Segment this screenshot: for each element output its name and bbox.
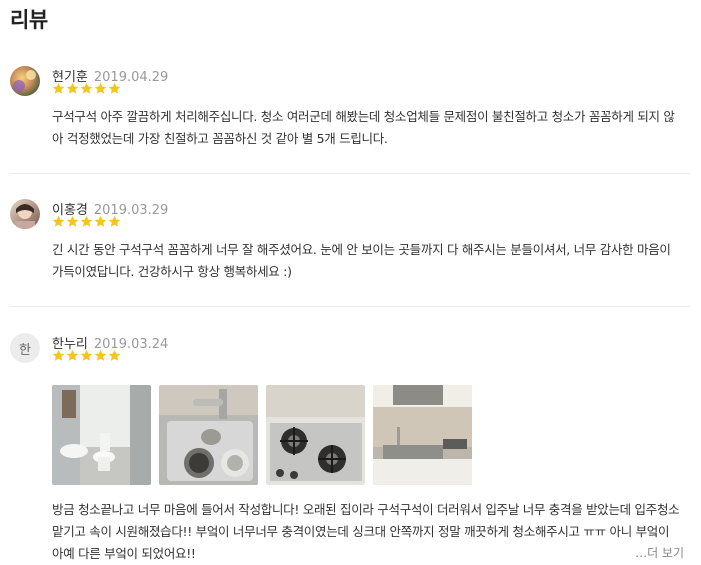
star-rating xyxy=(52,215,121,229)
star-icon xyxy=(108,82,121,94)
star-icon xyxy=(108,215,121,227)
avatar: 한 xyxy=(10,333,40,363)
divider xyxy=(10,306,690,307)
star-icon xyxy=(52,82,65,94)
star-icon xyxy=(66,82,79,94)
section-title: 리뷰 xyxy=(10,8,48,32)
star-icon xyxy=(108,349,121,361)
avatar xyxy=(10,199,40,229)
more-button[interactable]: …더 보기 xyxy=(631,544,684,561)
star-icon xyxy=(80,349,93,361)
star-icon xyxy=(66,349,79,361)
review-item: 현기훈 2019.04.29 구석구석 아주 깔끔하게 처리해주십니다. 청소 여… xyxy=(10,66,690,146)
gas-stove-photo[interactable] xyxy=(266,385,365,485)
star-rating xyxy=(52,349,121,363)
star-rating xyxy=(52,82,121,96)
review-item: 한 한누리 2019.03.24 방금 청소끝나고 너무 마음에 들어서 작성합… xyxy=(10,333,690,565)
star-icon xyxy=(80,82,93,94)
star-icon xyxy=(94,215,107,227)
divider xyxy=(10,173,690,174)
star-icon xyxy=(94,349,107,361)
avatar xyxy=(10,66,40,96)
review-text: 구석구석 아주 깔끔하게 처리해주십니다. 청소 여러군데 해봤는데 청소업체들… xyxy=(52,109,675,146)
bathroom-photo[interactable] xyxy=(52,385,151,485)
star-icon xyxy=(80,215,93,227)
star-icon xyxy=(66,215,79,227)
review-text: 긴 시간 동안 구석구석 꼼꼼하게 너무 잘 해주셨어요. 눈에 안 보이는 곳… xyxy=(52,242,671,279)
kitchen-counter-photo[interactable] xyxy=(373,385,472,485)
sink-drain-photo[interactable] xyxy=(159,385,258,485)
star-icon xyxy=(52,349,65,361)
review-text: 방금 청소끝나고 너무 마음에 들어서 작성합니다! 오래된 집이라 구석구석이… xyxy=(52,502,680,561)
star-icon xyxy=(52,215,65,227)
review-photos xyxy=(52,385,472,485)
star-icon xyxy=(94,82,107,94)
review-item: 이홍경 2019.03.29 긴 시간 동안 구석구석 꼼꼼하게 너무 잘 해주셨… xyxy=(10,199,690,279)
